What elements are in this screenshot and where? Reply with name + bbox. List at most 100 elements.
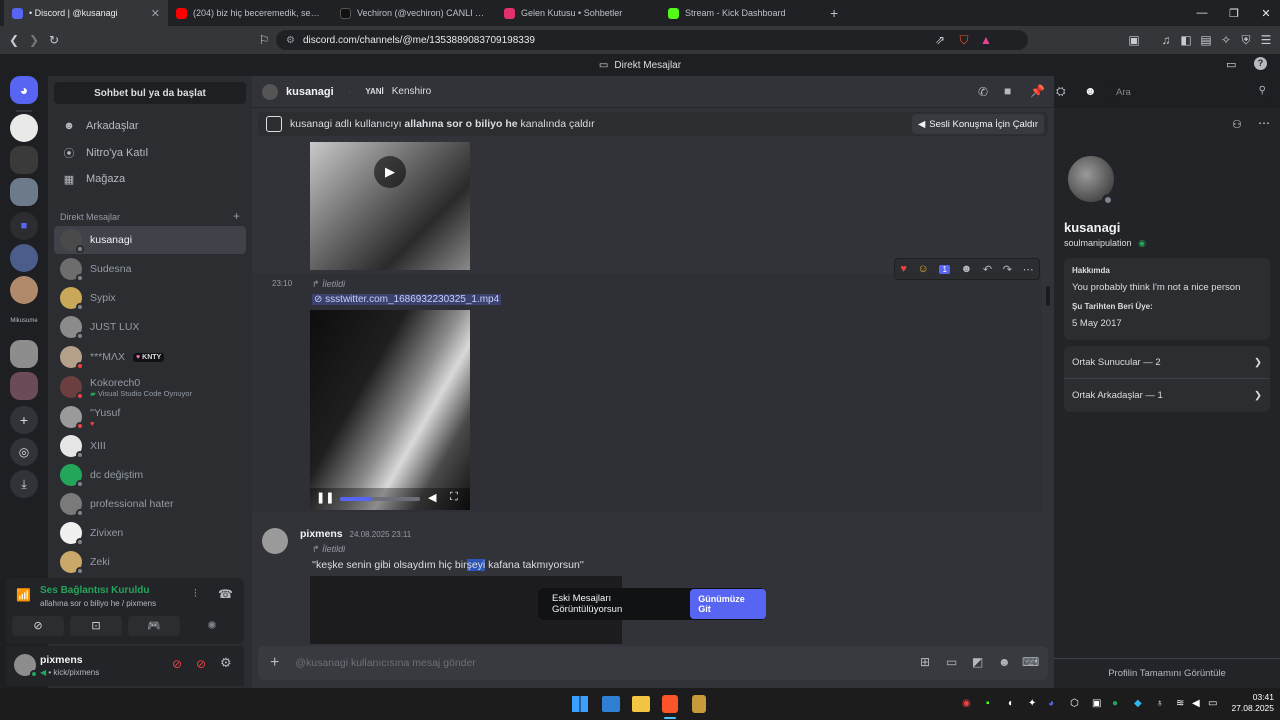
server-icon[interactable] bbox=[10, 114, 38, 142]
new-tab-button[interactable]: + bbox=[830, 5, 838, 21]
microphone-icon[interactable]: ♁ bbox=[1156, 698, 1164, 709]
sidebar-icon[interactable]: ◧ bbox=[1178, 32, 1194, 48]
volume-icon[interactable]: ◀ bbox=[428, 491, 436, 504]
mute-mic-icon[interactable]: ⊘ bbox=[172, 657, 182, 671]
activity-button[interactable]: 🎮 bbox=[128, 616, 180, 636]
add-server-button[interactable]: + bbox=[10, 406, 38, 434]
discord-home-button[interactable]: ◕ bbox=[10, 76, 38, 104]
dm-item[interactable]: dc değiştim bbox=[54, 461, 246, 489]
address-bar[interactable]: ⚙ discord.com/channels/@me/1353889083709… bbox=[276, 30, 1028, 50]
attach-plus-icon[interactable]: + bbox=[270, 654, 279, 672]
brave-shield-icon[interactable]: ⛉ bbox=[956, 32, 972, 48]
close-window-button[interactable]: ✕ bbox=[1250, 0, 1280, 26]
message-author-avatar[interactable] bbox=[262, 528, 288, 554]
windows-start-icon[interactable] bbox=[572, 696, 588, 712]
minimize-button[interactable]: — bbox=[1186, 0, 1218, 26]
vpn-icon[interactable]: ⛨ bbox=[1238, 32, 1254, 48]
tray-icon[interactable]: ◉ bbox=[962, 698, 971, 709]
help-icon[interactable]: ? bbox=[1254, 57, 1267, 70]
reaction-count-badge[interactable]: 1 bbox=[939, 264, 950, 274]
discover-button[interactable]: ◎ bbox=[10, 438, 38, 466]
reload-icon[interactable]: ↻ bbox=[46, 32, 62, 48]
wallet-icon[interactable]: ▤ bbox=[1198, 32, 1214, 48]
dm-item[interactable]: ***MΛX ♥ KNTY bbox=[54, 343, 246, 371]
camera-button[interactable]: ⊘ bbox=[12, 616, 64, 636]
noise-suppression-icon[interactable]: ⫶ bbox=[194, 588, 197, 601]
view-full-profile-link[interactable]: Profilin Tamamını Görüntüle bbox=[1054, 668, 1280, 679]
widgets-icon[interactable] bbox=[602, 696, 620, 712]
tray-icon[interactable]: ▪ bbox=[986, 698, 990, 709]
clock[interactable]: 03:41 27.08.2025 bbox=[1224, 692, 1274, 714]
nav-nitro[interactable]: ⦿ Nitro'ya Katıl bbox=[56, 141, 246, 165]
download-apps-button[interactable]: ⤓ bbox=[10, 470, 38, 498]
reader-icon[interactable]: ▣ bbox=[1126, 32, 1142, 48]
server-icon[interactable] bbox=[10, 146, 38, 174]
tray-icon[interactable]: ⬡ bbox=[1070, 698, 1079, 709]
user-profile-icon[interactable]: ☻ bbox=[1084, 84, 1097, 98]
dm-item[interactable]: JUST LUX bbox=[54, 313, 246, 341]
inbox-icon[interactable]: ▭ bbox=[1226, 58, 1236, 71]
progress-bar[interactable] bbox=[340, 497, 420, 501]
profile-more-icon[interactable]: ⋯ bbox=[1258, 116, 1270, 130]
server-icon[interactable] bbox=[10, 276, 38, 304]
mutual-friends-row[interactable]: Ortak Arkadaşlar — 1 ❯ bbox=[1064, 379, 1270, 412]
nav-shop[interactable]: ▦ Mağaza bbox=[56, 167, 246, 191]
battery-icon[interactable]: ▭ bbox=[1208, 698, 1217, 709]
gift-icon[interactable]: ⊞ bbox=[920, 655, 930, 669]
header-name[interactable]: kusanagi bbox=[286, 86, 334, 98]
dm-item[interactable]: Sypix bbox=[54, 284, 246, 312]
heart-reaction-icon[interactable]: ♥ bbox=[900, 263, 907, 275]
scrollbar-thumb[interactable] bbox=[1046, 286, 1050, 306]
maximize-button[interactable]: ❐ bbox=[1218, 0, 1250, 26]
close-tab-icon[interactable]: ✕ bbox=[151, 7, 160, 20]
dm-item[interactable]: Zeki bbox=[54, 548, 246, 576]
brave-browser-icon[interactable] bbox=[662, 695, 678, 713]
tray-icon[interactable]: ◕ bbox=[1048, 698, 1054, 709]
media-icon[interactable]: ♫ bbox=[1158, 32, 1174, 48]
search-input[interactable]: Ara ⚲ bbox=[1110, 82, 1272, 102]
app-icon[interactable] bbox=[692, 695, 706, 713]
video-attachment[interactable]: ▶ bbox=[310, 142, 470, 270]
share-icon[interactable]: ⇗ bbox=[932, 32, 948, 48]
tray-icon[interactable]: ✦ bbox=[1028, 698, 1036, 709]
emoji-icon[interactable]: ☻ bbox=[998, 655, 1011, 669]
wifi-icon[interactable]: ≋ bbox=[1176, 698, 1184, 709]
browser-tab[interactable]: Stream - Kick Dashboard bbox=[660, 0, 824, 26]
deafen-icon[interactable]: ⊘ bbox=[196, 657, 206, 671]
server-icon[interactable] bbox=[10, 372, 38, 400]
file-explorer-icon[interactable] bbox=[632, 696, 650, 712]
brave-rewards-icon[interactable]: ▲ bbox=[978, 32, 994, 48]
tray-icon[interactable]: ▣ bbox=[1092, 698, 1101, 709]
browser-tab[interactable]: (204) biz hiç beceremedik, sevmeyi d bbox=[168, 0, 332, 26]
site-info-icon[interactable]: ⚙ bbox=[286, 35, 295, 46]
server-icon[interactable] bbox=[10, 178, 38, 206]
pinned-messages-icon[interactable]: 📌 bbox=[1030, 84, 1045, 98]
menu-icon[interactable]: ☰ bbox=[1258, 32, 1274, 48]
laugh-reaction-icon[interactable]: ☺ bbox=[918, 263, 929, 275]
leo-ai-icon[interactable]: ✧ bbox=[1218, 32, 1234, 48]
jump-to-present-button[interactable]: Günümüze Git bbox=[690, 589, 766, 619]
attachment-link[interactable]: ⊘ ssstwitter.com_1686932230325_1.mp4 bbox=[312, 294, 502, 305]
dm-item[interactable]: professional hater bbox=[54, 490, 246, 518]
dm-item[interactable]: Kokorech0 ▰ Visual Studio Code Oynuyor bbox=[54, 373, 246, 401]
add-friend-icon[interactable]: ⚇ bbox=[1232, 118, 1242, 131]
forward-icon[interactable]: ❯ bbox=[26, 32, 42, 48]
dm-item[interactable]: ''Yusuf ♥ bbox=[54, 403, 246, 431]
reply-icon[interactable]: ↶ bbox=[983, 263, 992, 276]
voice-status[interactable]: Ses Bağlantısı Kuruldu bbox=[40, 585, 149, 596]
message-input[interactable]: @kusanagi kullanıcısına mesaj gönder bbox=[295, 657, 476, 669]
tray-icon[interactable]: ◆ bbox=[1134, 698, 1142, 709]
video-player[interactable]: ❚❚ ◀ ⛶ bbox=[310, 310, 470, 510]
fullscreen-icon[interactable]: ⛶ bbox=[450, 491, 458, 504]
browser-tab[interactable]: • Discord | @kusanagi ✕ bbox=[4, 0, 168, 26]
server-icon[interactable] bbox=[10, 340, 38, 368]
sticker-icon[interactable]: ◩ bbox=[972, 655, 983, 669]
server-icon[interactable] bbox=[10, 244, 38, 272]
bookmark-icon[interactable]: ⚐ bbox=[256, 32, 272, 48]
ring-button[interactable]: ◀ Sesli Konuşma İçin Çaldır bbox=[912, 114, 1044, 134]
pause-icon[interactable]: ❚❚ bbox=[316, 491, 334, 504]
tray-icon[interactable]: ◐ bbox=[1008, 698, 1014, 709]
mutual-servers-row[interactable]: Ortak Sunucular — 2 ❯ bbox=[1064, 346, 1270, 379]
settings-gear-icon[interactable]: ⚙ bbox=[220, 655, 232, 671]
back-icon[interactable]: ❮ bbox=[6, 32, 22, 48]
